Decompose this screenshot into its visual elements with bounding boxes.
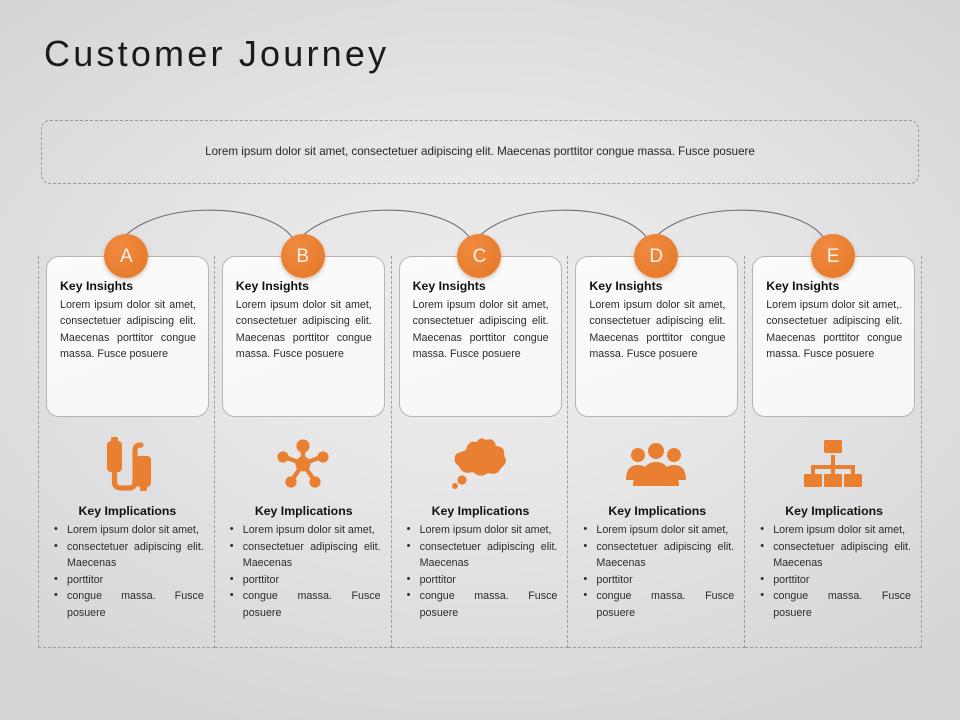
- stage-icon-d-wrap: [568, 428, 744, 500]
- key-implications-block-e: Key Implications Lorem ipsum dolor sit a…: [745, 504, 921, 621]
- key-implications-list-c: Lorem ipsum dolor sit amet, consectetuer…: [404, 521, 558, 621]
- key-implications-heading-e: Key Implications: [785, 504, 883, 518]
- stage-icon-a-wrap: [39, 428, 214, 500]
- stage-letter-e: E: [826, 245, 840, 267]
- stage-badge-e[interactable]: E: [811, 234, 856, 278]
- key-insights-body-e: Lorem ipsum dolor sit amet,. consectetue…: [766, 299, 903, 360]
- list-item: consectetuer adipiscing elit. Maecenas: [51, 538, 204, 572]
- key-implications-list-b: Lorem ipsum dolor sit amet, consectetuer…: [227, 521, 381, 621]
- list-item: consectetuer adipiscing elit. Maecenas: [227, 538, 381, 572]
- stage-letter-c: C: [472, 245, 487, 267]
- key-insights-heading-a: Key Insights: [60, 279, 134, 293]
- key-implications-list-e: Lorem ipsum dolor sit amet, consectetuer…: [757, 521, 911, 621]
- key-implications-list-a: Lorem ipsum dolor sit amet, consectetuer…: [51, 521, 204, 621]
- key-implications-block-d: Key Implications Lorem ipsum dolor sit a…: [568, 504, 744, 621]
- stage-icon-e-wrap: [745, 428, 921, 500]
- stage-badge-a[interactable]: A: [104, 234, 149, 278]
- list-item: Lorem ipsum dolor sit amet,: [51, 521, 204, 539]
- key-insights-card-c[interactable]: Key Insights Lorem ipsum dolor sit amet,…: [398, 256, 562, 417]
- key-insights-body-b: Lorem ipsum dolor sit amet, consectetuer…: [235, 299, 372, 360]
- key-implications-list-d: Lorem ipsum dolor sit amet, consectetuer…: [580, 521, 734, 621]
- key-insights-card-e[interactable]: Key Insights Lorem ipsum dolor sit amet,…: [752, 256, 916, 417]
- list-item: Lorem ipsum dolor sit amet,: [757, 521, 911, 539]
- list-item: consectetuer adipiscing elit. Maecenas: [404, 538, 558, 572]
- key-insights-heading-c: Key Insights: [412, 279, 486, 293]
- key-insights-body-c: Lorem ipsum dolor sit amet, consectetuer…: [412, 299, 549, 360]
- list-item: porttitor: [757, 571, 911, 589]
- network-hub-icon: [277, 439, 329, 488]
- key-insights-card-a[interactable]: Key Insights Lorem ipsum dolor sit amet,…: [46, 256, 209, 417]
- intro-description-box: Lorem ipsum dolor sit amet, consectetuer…: [41, 120, 919, 184]
- org-chart-icon: [804, 440, 863, 487]
- stage-letter-a: A: [120, 245, 133, 267]
- stage-column-a[interactable]: A Key Insights Lorem ipsum dolor sit ame…: [38, 234, 215, 648]
- list-item: congue massa. Fusce posuere: [580, 587, 734, 621]
- intro-description-text: Lorem ipsum dolor sit amet, consectetuer…: [205, 145, 755, 159]
- stage-badge-d[interactable]: D: [634, 234, 679, 278]
- journey-stage-columns: A Key Insights Lorem ipsum dolor sit ame…: [38, 234, 922, 648]
- list-item: porttitor: [227, 571, 381, 589]
- usb-cable-icon: [107, 437, 152, 491]
- key-insights-heading-b: Key Insights: [235, 279, 309, 293]
- list-item: porttitor: [404, 571, 558, 589]
- thought-cloud-icon: [452, 438, 507, 489]
- list-item: Lorem ipsum dolor sit amet,: [227, 521, 381, 539]
- stage-icon-c-wrap: [392, 428, 568, 500]
- stage-badge-c[interactable]: C: [457, 234, 502, 278]
- list-item: Lorem ipsum dolor sit amet,: [404, 521, 558, 539]
- list-item: porttitor: [51, 571, 204, 589]
- people-group-icon: [626, 443, 687, 486]
- list-item: congue massa. Fusce posuere: [51, 587, 204, 621]
- list-item: porttitor: [580, 571, 734, 589]
- key-implications-block-a: Key Implications Lorem ipsum dolor sit a…: [39, 504, 214, 621]
- stage-column-e[interactable]: E Key Insights Lorem ipsum dolor sit ame…: [745, 234, 922, 648]
- key-implications-heading-d: Key Implications: [608, 504, 707, 518]
- stage-letter-b: B: [296, 245, 310, 267]
- list-item: congue massa. Fusce posuere: [757, 587, 911, 621]
- stage-column-c[interactable]: C Key Insights Lorem ipsum dolor sit ame…: [391, 234, 569, 648]
- key-implications-heading-b: Key Implications: [254, 504, 353, 518]
- key-implications-block-c: Key Implications Lorem ipsum dolor sit a…: [392, 504, 568, 621]
- list-item: consectetuer adipiscing elit. Maecenas: [580, 538, 734, 572]
- list-item: consectetuer adipiscing elit. Maecenas: [757, 538, 911, 572]
- key-insights-heading-e: Key Insights: [766, 279, 840, 293]
- slide-canvas: Customer Journey Lorem ipsum dolor sit a…: [0, 0, 960, 720]
- page-title: Customer Journey: [44, 33, 390, 74]
- list-item: congue massa. Fusce posuere: [404, 587, 558, 621]
- key-insights-body-a: Lorem ipsum dolor sit amet, consectetuer…: [60, 299, 196, 360]
- key-insights-heading-d: Key Insights: [589, 279, 663, 293]
- key-insights-body-d: Lorem ipsum dolor sit amet, consectetuer…: [589, 299, 726, 360]
- stage-icon-b-wrap: [215, 428, 391, 500]
- key-implications-heading-a: Key Implications: [78, 504, 177, 518]
- list-item: congue massa. Fusce posuere: [227, 587, 381, 621]
- key-implications-heading-c: Key Implications: [431, 504, 530, 518]
- key-insights-card-d[interactable]: Key Insights Lorem ipsum dolor sit amet,…: [575, 256, 739, 417]
- key-insights-card-b[interactable]: Key Insights Lorem ipsum dolor sit amet,…: [221, 256, 385, 417]
- stage-badge-b[interactable]: B: [280, 234, 325, 278]
- stage-column-b[interactable]: B Key Insights Lorem ipsum dolor sit ame…: [214, 234, 392, 648]
- stage-column-d[interactable]: D Key Insights Lorem ipsum dolor sit ame…: [568, 234, 746, 648]
- list-item: Lorem ipsum dolor sit amet,: [580, 521, 734, 539]
- key-implications-block-b: Key Implications Lorem ipsum dolor sit a…: [215, 504, 391, 621]
- stage-letter-d: D: [649, 245, 664, 267]
